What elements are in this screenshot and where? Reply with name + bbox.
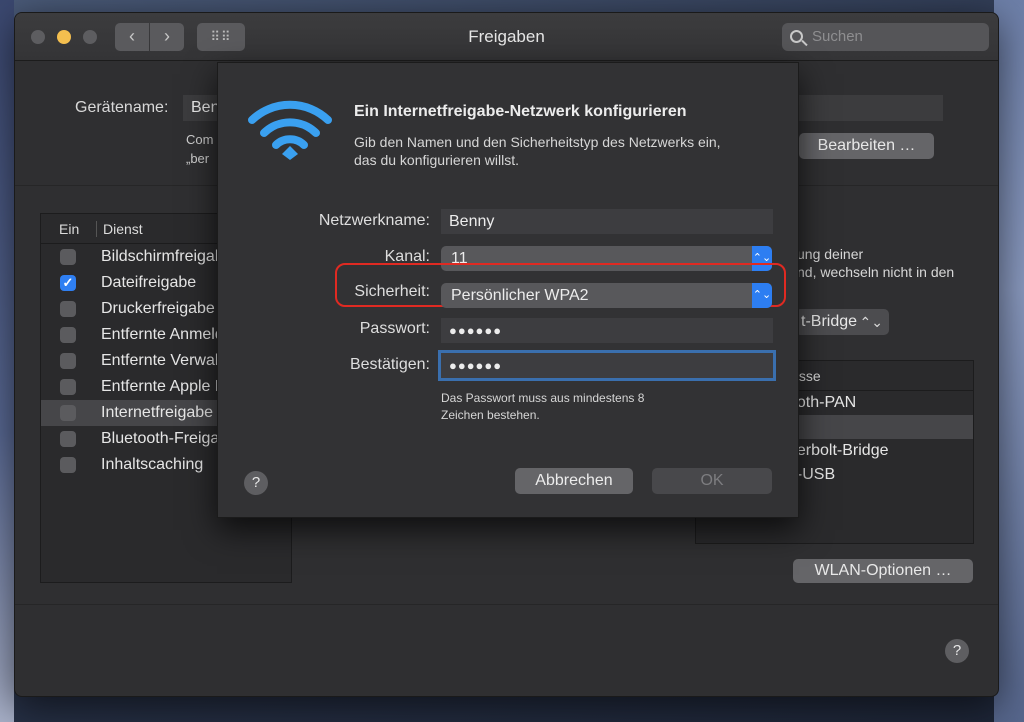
description-line: das du konfigurieren willst.: [354, 152, 519, 168]
service-label: Internetfreigabe: [101, 404, 214, 421]
chevron-updown-icon: ⌃⌄: [752, 283, 772, 308]
confirm-label: Bestätigen:: [349, 356, 430, 373]
search-input[interactable]: Suchen: [782, 23, 989, 51]
description-line: nd, wechseln nicht in den: [797, 264, 955, 280]
description-line: ung deiner: [797, 246, 864, 262]
network-config-sheet: Ein Internetfreigabe-Netzwerk konfigurie…: [217, 62, 799, 518]
confirm-password-field[interactable]: ●●●●●●: [441, 353, 773, 378]
service-checkbox[interactable]: ✓: [60, 275, 76, 291]
chevron-updown-icon: ⌃⌄: [859, 314, 883, 330]
password-label: Passwort:: [359, 320, 430, 337]
device-subtext-line: Com: [186, 132, 214, 147]
cancel-button[interactable]: Abbrechen: [515, 468, 633, 494]
help-button[interactable]: ?: [945, 639, 969, 663]
device-name-label: Gerätename:: [75, 99, 169, 116]
service-label: Inhaltscaching: [101, 456, 204, 473]
column-divider: [96, 221, 97, 237]
search-placeholder: Suchen: [812, 28, 863, 45]
network-name-label: Netzwerkname:: [318, 212, 430, 229]
column-header-on[interactable]: Ein: [59, 214, 79, 244]
service-checkbox[interactable]: [60, 405, 76, 421]
password-field[interactable]: ●●●●●●: [441, 318, 773, 343]
device-subtext-line: „ber: [186, 151, 210, 166]
sheet-description: Gib den Namen und den Sicherheitstyp des…: [354, 133, 774, 169]
security-value: Persönlicher WPA2: [451, 287, 589, 304]
edit-button[interactable]: Bearbeiten …: [799, 133, 934, 159]
desktop-background-left: [0, 0, 14, 722]
search-icon: [790, 30, 803, 43]
share-from-select[interactable]: t-Bridge ⌃⌄: [795, 309, 889, 335]
service-checkbox[interactable]: [60, 431, 76, 447]
security-label: Sicherheit:: [354, 283, 430, 300]
wlan-options-button[interactable]: WLAN-Optionen …: [793, 559, 973, 583]
service-checkbox[interactable]: [60, 327, 76, 343]
column-header-service[interactable]: Dienst: [103, 214, 143, 244]
service-label: Druckerfreigabe: [101, 300, 215, 317]
device-name-subtext: Com „ber: [186, 130, 213, 168]
service-checkbox[interactable]: [60, 249, 76, 265]
hint-line: Zeichen bestehen.: [441, 408, 540, 422]
security-select[interactable]: Persönlicher WPA2 ⌃⌄: [441, 283, 772, 308]
sheet-help-button[interactable]: ?: [244, 471, 268, 495]
service-checkbox[interactable]: [60, 301, 76, 317]
sharing-preferences-window: ‹ › ⠿⠿ Freigaben Suchen Gerätename: Benn…: [14, 12, 999, 697]
description-line: Gib den Namen und den Sicherheitstyp des…: [354, 134, 721, 150]
share-from-value: t-Bridge: [801, 313, 858, 330]
ok-button[interactable]: OK: [652, 468, 772, 494]
sheet-title: Ein Internetfreigabe-Netzwerk konfigurie…: [354, 103, 687, 120]
checkmark-icon: ✓: [62, 275, 74, 290]
network-name-field[interactable]: Benny: [441, 209, 773, 234]
password-hint: Das Passwort muss aus mindestens 8 Zeich…: [441, 390, 644, 424]
service-label: Bildschirmfreigabe: [101, 248, 233, 265]
service-checkbox[interactable]: [60, 379, 76, 395]
divider: [15, 604, 998, 605]
titlebar: ‹ › ⠿⠿ Freigaben Suchen: [15, 13, 998, 61]
service-checkbox[interactable]: [60, 457, 76, 473]
internet-sharing-description: ung deiner nd, wechseln nicht in den: [797, 245, 954, 281]
service-checkbox[interactable]: [60, 353, 76, 369]
wifi-icon: [248, 100, 332, 160]
hint-line: Das Passwort muss aus mindestens 8: [441, 391, 645, 405]
service-label: Dateifreigabe: [101, 274, 197, 291]
